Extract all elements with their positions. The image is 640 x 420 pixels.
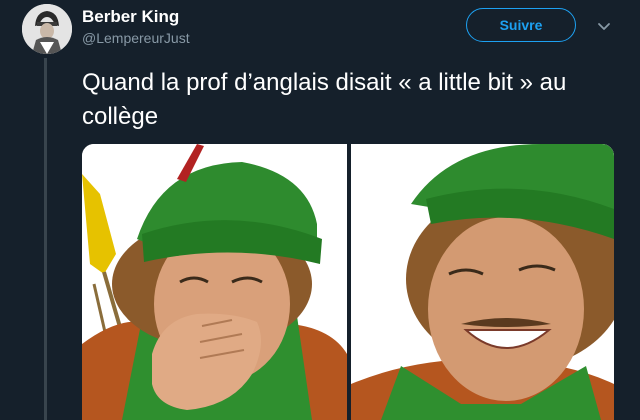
display-name[interactable]: Berber King [82, 7, 179, 27]
avatar-image [22, 4, 72, 54]
user-handle[interactable]: @LempereurJust [82, 30, 190, 46]
avatar[interactable] [22, 4, 72, 54]
right-photo-image [351, 144, 614, 420]
tweet-media[interactable] [82, 144, 614, 420]
chevron-down-icon[interactable] [596, 18, 612, 34]
tweet-text: Quand la prof d’anglais disait « a littl… [82, 69, 567, 130]
follow-button[interactable]: Suivre [466, 8, 576, 42]
thread-connector-line [44, 58, 47, 420]
right-photo[interactable] [351, 144, 614, 420]
left-photo-image [82, 144, 347, 420]
left-photo[interactable] [82, 144, 347, 420]
